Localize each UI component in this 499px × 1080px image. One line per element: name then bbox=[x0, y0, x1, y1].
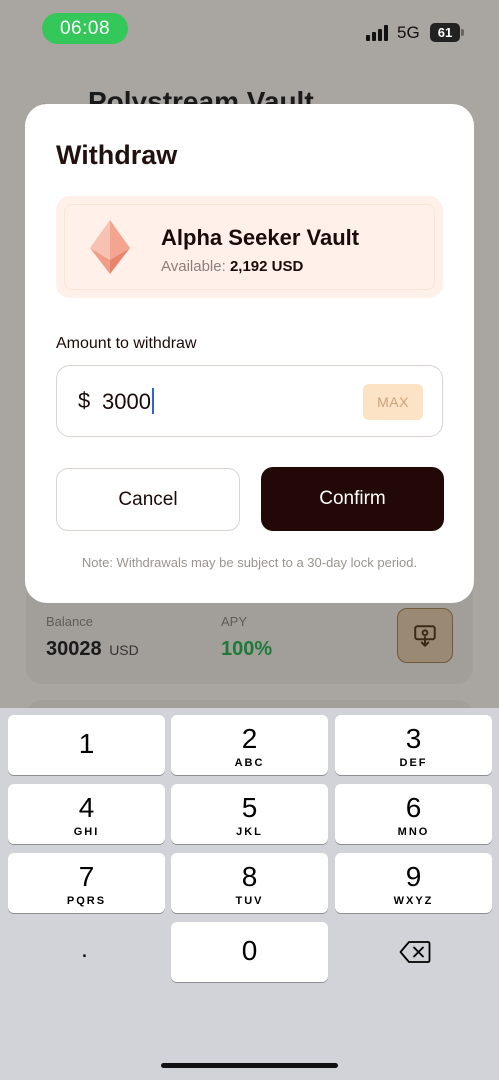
key-letters: JKL bbox=[236, 826, 263, 838]
key-letters: PQRS bbox=[66, 895, 107, 907]
available-label: Available: bbox=[161, 258, 226, 275]
delete-key[interactable] bbox=[336, 922, 493, 982]
network-type: 5G bbox=[397, 23, 420, 42]
key-letters: TUV bbox=[235, 895, 264, 907]
amount-input-value[interactable]: 3000 bbox=[102, 388, 154, 415]
balance-unit: USD bbox=[109, 642, 139, 658]
key-digit: 6 bbox=[405, 792, 422, 823]
key-digit: 8 bbox=[241, 861, 258, 892]
key-letters: ABC bbox=[234, 757, 265, 769]
apy-label: APY bbox=[221, 614, 248, 629]
amount-text: 3000 bbox=[102, 389, 151, 414]
key-0[interactable]: 0 bbox=[171, 922, 328, 982]
key-digit: 2 bbox=[241, 723, 258, 754]
key-2[interactable]: 2 ABC bbox=[171, 715, 328, 775]
key-9[interactable]: 9 WXYZ bbox=[335, 853, 492, 913]
key-digit: 5 bbox=[241, 792, 258, 823]
vault-name: Alpha Seeker Vault bbox=[161, 225, 360, 250]
currency-symbol: $ bbox=[78, 388, 91, 413]
text-caret bbox=[151, 388, 154, 414]
withdraw-button[interactable] bbox=[397, 608, 453, 663]
key-4[interactable]: 4 GHI bbox=[8, 784, 165, 844]
key-letters: MNO bbox=[397, 826, 430, 838]
balance-amount: 30028 bbox=[46, 638, 102, 660]
key-digit: 3 bbox=[405, 723, 422, 754]
confirm-button[interactable]: Confirm bbox=[261, 467, 444, 531]
cancel-button[interactable]: Cancel bbox=[56, 468, 240, 531]
key-decimal[interactable]: . bbox=[6, 922, 163, 982]
key-6[interactable]: 6 MNO bbox=[335, 784, 492, 844]
key-8[interactable]: 8 TUV bbox=[171, 853, 328, 913]
key-digit: 9 bbox=[405, 861, 422, 892]
max-button[interactable]: MAX bbox=[363, 384, 423, 420]
ethereum-icon bbox=[90, 220, 130, 274]
key-digit: 4 bbox=[78, 792, 95, 823]
battery-icon: 61 bbox=[430, 23, 464, 42]
key-digit: 0 bbox=[241, 935, 258, 966]
modal-title: Withdraw bbox=[56, 140, 178, 170]
key-7[interactable]: 7 PQRS bbox=[8, 853, 165, 913]
vault-card: Alpha Seeker Vault Available: 2,192 USD bbox=[56, 196, 443, 298]
key-letters: GHI bbox=[73, 826, 100, 838]
key-letters: WXYZ bbox=[393, 895, 434, 907]
balance-label: Balance bbox=[46, 614, 93, 629]
balance-value: 30028 USD bbox=[46, 638, 139, 661]
key-digit: 1 bbox=[78, 728, 95, 759]
key-3[interactable]: 3 DEF bbox=[335, 715, 492, 775]
status-bar: 06:08 5G 61 bbox=[0, 0, 499, 58]
key-digit: 7 bbox=[78, 861, 95, 892]
amount-label: Amount to withdraw bbox=[56, 335, 197, 352]
key-letters: DEF bbox=[399, 757, 428, 769]
vault-available: Available: 2,192 USD bbox=[161, 258, 303, 275]
withdraw-icon bbox=[414, 624, 436, 647]
apy-value: 100% bbox=[221, 638, 273, 660]
numeric-keyboard: 1 2 ABC 3 DEF 4 GHI 5 JKL 6 MNO 7 PQRS 8… bbox=[0, 708, 499, 1080]
home-indicator[interactable] bbox=[161, 1063, 338, 1068]
withdraw-modal: Withdraw Alpha Seeker Vault Available: 2… bbox=[25, 104, 474, 603]
amount-input[interactable]: $ 3000 MAX bbox=[56, 365, 443, 437]
backspace-icon bbox=[399, 941, 430, 963]
key-5[interactable]: 5 JKL bbox=[171, 784, 328, 844]
status-time: 06:08 bbox=[42, 13, 128, 44]
cellular-signal-icon bbox=[366, 25, 390, 41]
key-1[interactable]: 1 bbox=[8, 715, 165, 775]
available-value: 2,192 USD bbox=[229, 258, 304, 275]
lock-period-note: Note: Withdrawals may be subject to a 30… bbox=[81, 555, 418, 570]
